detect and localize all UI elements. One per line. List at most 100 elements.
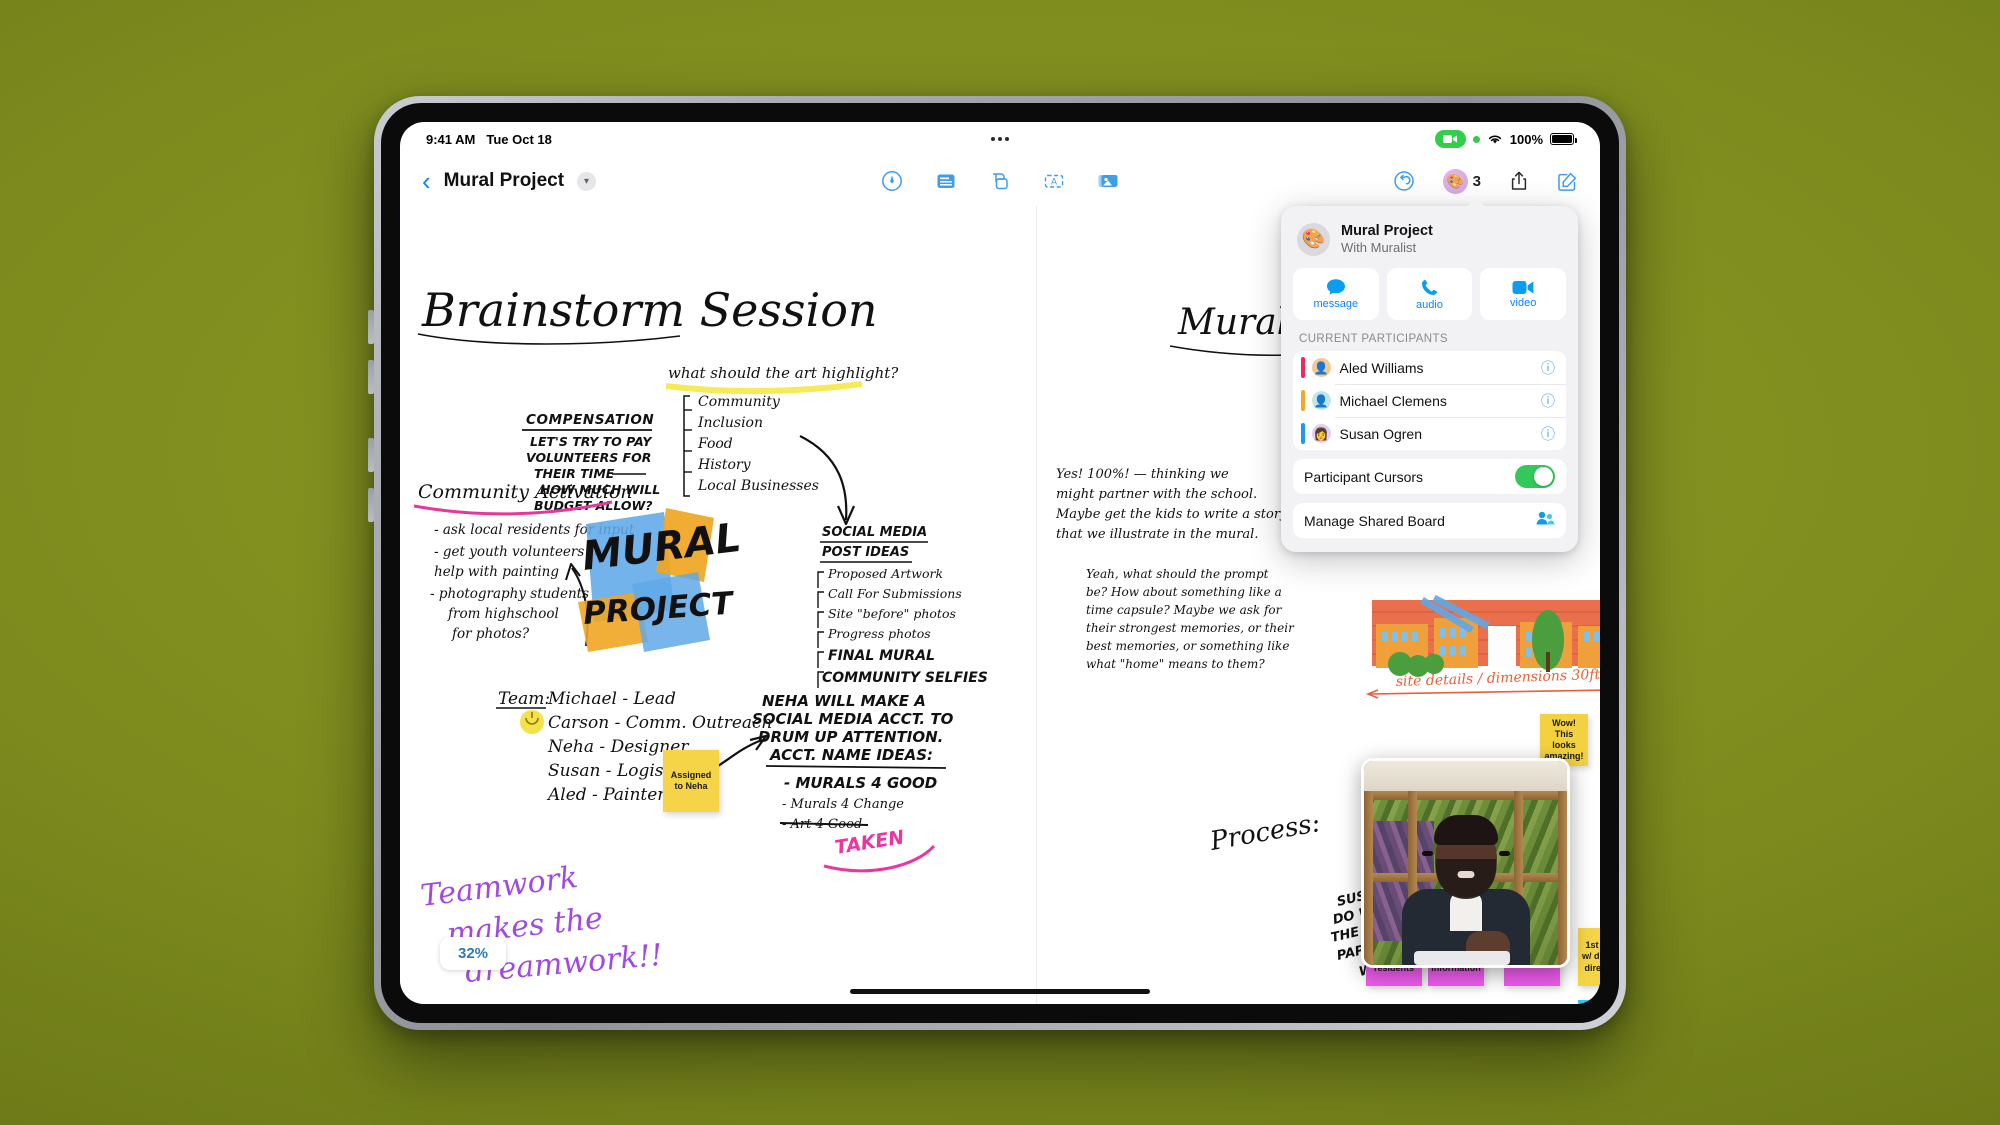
sticky-note-process-5[interactable]: Paint the final mural art on location! (1578, 1000, 1600, 1004)
svg-text:Process:: Process: (1207, 808, 1322, 857)
manage-shared-board-row[interactable]: Manage Shared Board (1293, 503, 1566, 539)
device-bezel: 9:41 AM Tue Oct 18 100% ‹ Mural Project … (381, 103, 1619, 1023)
participant-video-person (1400, 815, 1532, 965)
status-bar: 9:41 AM Tue Oct 18 100% (400, 122, 1600, 156)
info-circle-icon[interactable]: ⓘ (1541, 391, 1555, 411)
collab-subtitle: With Muralist (1341, 240, 1417, 256)
participant-color-bar (1301, 423, 1305, 445)
shared-board-icon (1535, 510, 1555, 531)
video-camera-icon (1512, 280, 1534, 294)
share-icon[interactable] (1509, 170, 1529, 192)
zoom-level-badge[interactable]: 32% (440, 937, 507, 970)
svg-text:time capsule? Maybe we ask for: time capsule? Maybe we ask for (1086, 603, 1283, 617)
svg-text:Team:: Team: (498, 689, 550, 709)
svg-text:COMPENSATION: COMPENSATION (526, 412, 654, 428)
avatar: 👤 (1311, 391, 1331, 411)
svg-text:Proposed Artwork: Proposed Artwork (827, 566, 943, 581)
media-photo-icon[interactable] (1097, 170, 1119, 192)
phone-icon (1422, 279, 1438, 295)
svg-text:- MURALS 4 GOOD: - MURALS 4 GOOD (784, 774, 937, 792)
participant-cursors-label: Participant Cursors (1304, 468, 1424, 485)
svg-text:Food: Food (697, 436, 733, 452)
svg-text:that we illustrate in the mura: that we illustrate in the mural. (1056, 527, 1258, 542)
svg-text:A: A (1051, 177, 1057, 187)
undo-arrow-icon[interactable] (1393, 170, 1415, 192)
page-title: Mural Project (443, 170, 565, 191)
svg-text:Progress photos: Progress photos (827, 626, 931, 641)
handle-dot (998, 137, 1002, 141)
info-circle-icon[interactable]: ⓘ (1541, 358, 1555, 378)
video-label: video (1510, 296, 1537, 309)
info-circle-icon[interactable]: ⓘ (1541, 424, 1555, 444)
chevron-down-icon[interactable]: ▾ (577, 171, 597, 191)
green-recording-dot (1472, 135, 1480, 143)
participants-section-header: CURRENT PARTICIPANTS (1299, 333, 1448, 346)
app-toolbar: ‹ Mural Project ▾ A 🎨 3 (400, 156, 1600, 206)
compose-icon[interactable] (1557, 171, 1578, 192)
svg-text:Local Businesses: Local Businesses (697, 478, 819, 494)
avatar: 👤 (1311, 358, 1331, 378)
audio-label: audio (1416, 298, 1443, 311)
collab-title: Mural Project (1341, 223, 1433, 239)
multitask-handle[interactable] (991, 137, 1009, 141)
volume-button[interactable] (368, 438, 374, 472)
collab-header: 🎨 Mural Project With Muralist (1293, 218, 1566, 268)
popover-arrow (1467, 197, 1485, 207)
toolbar-center-tools: A (881, 170, 1119, 192)
participant-row-aled[interactable]: 👤 Aled Williams ⓘ (1293, 351, 1566, 384)
svg-text:SOCIAL MEDIA ACCT. TO: SOCIAL MEDIA ACCT. TO (752, 710, 954, 728)
speech-bubble-icon (1326, 279, 1345, 296)
participant-row-michael[interactable]: 👤 Michael Clemens ⓘ (1293, 384, 1566, 417)
note-card-icon[interactable] (935, 170, 957, 192)
audio-button[interactable]: audio (1386, 268, 1473, 321)
volume-button[interactable] (368, 310, 374, 344)
sticky-note-assigned[interactable]: Assigned to Neha (663, 750, 719, 812)
svg-text:Yeah, what should the prompt: Yeah, what should the prompt (1086, 567, 1269, 581)
video-camera-icon[interactable] (1434, 130, 1466, 148)
svg-text:Brainstorm Session: Brainstorm Session (421, 283, 878, 337)
participant-color-bar (1301, 357, 1305, 379)
ipad-device: 9:41 AM Tue Oct 18 100% ‹ Mural Project … (374, 96, 1626, 1030)
artist-palette-icon: 🎨 (1297, 222, 1330, 256)
svg-text:Aled - Painter: Aled - Painter (546, 785, 666, 805)
participants-avatar-button[interactable]: 🎨 3 (1442, 168, 1481, 194)
chevron-left-icon[interactable]: ‹ (422, 168, 431, 194)
status-bar-left: 9:41 AM Tue Oct 18 (426, 132, 552, 147)
sticky-note-process-4[interactable]: 1st round w/ different directions (1578, 928, 1600, 986)
message-label: message (1313, 298, 1359, 311)
volume-button[interactable] (368, 360, 374, 394)
svg-text:Michael - Lead: Michael - Lead (547, 689, 676, 709)
svg-text:NEHA WILL MAKE A: NEHA WILL MAKE A (762, 692, 926, 710)
home-indicator[interactable] (850, 989, 1150, 994)
svg-text:- photography students: - photography students (430, 586, 589, 602)
markup-pen-icon[interactable] (881, 170, 903, 192)
video-call-pip[interactable] (1361, 758, 1570, 968)
participant-row-susan[interactable]: 👩 Susan Ogren ⓘ (1293, 417, 1566, 450)
svg-text:LET'S TRY TO PAY: LET'S TRY TO PAY (530, 434, 653, 449)
handle-dot (991, 137, 995, 141)
message-button[interactable]: message (1293, 268, 1379, 321)
battery-icon (1550, 133, 1577, 145)
svg-text:Community Activation: Community Activation (418, 481, 633, 503)
text-box-icon[interactable]: A (1043, 170, 1065, 192)
video-button[interactable]: video (1480, 268, 1567, 321)
window-frame (1364, 791, 1567, 800)
participant-cursors-toggle[interactable] (1515, 465, 1555, 489)
shapes-icon[interactable] (989, 170, 1011, 192)
svg-text:History: History (697, 457, 752, 473)
volume-button[interactable] (368, 488, 374, 522)
artist-palette-avatar: 🎨 (1442, 168, 1468, 194)
ceiling (1364, 761, 1567, 791)
battery-percent: 100% (1509, 131, 1543, 147)
svg-text:what "home" means to them?: what "home" means to them? (1086, 657, 1265, 671)
collab-actions: message audio video (1293, 268, 1567, 321)
svg-text:Carson - Comm. Outreach: Carson - Comm. Outreach (548, 713, 773, 733)
participant-cursors-row[interactable]: Participant Cursors (1293, 459, 1566, 495)
svg-text:THEIR TIME: THEIR TIME (534, 466, 615, 481)
collaboration-popover: 🎨 Mural Project With Muralist message au… (1281, 206, 1578, 553)
svg-text:- Murals 4 Change: - Murals 4 Change (782, 797, 904, 812)
video-feed (1364, 761, 1567, 965)
participant-count: 3 (1472, 172, 1481, 190)
status-date: Tue Oct 18 (486, 131, 552, 147)
participants-list: 👤 Aled Williams ⓘ 👤 Michael Clemens ⓘ 👩 … (1293, 351, 1566, 451)
